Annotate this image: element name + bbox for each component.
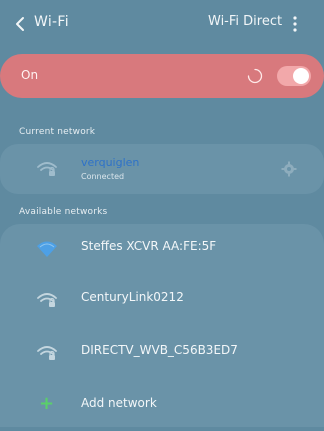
more-vertical-icon[interactable]: [289, 14, 301, 34]
network-name: Steffes XCVR AA:FE:5F: [81, 239, 217, 253]
current-network-item[interactable]: verquiglen Connected: [0, 144, 324, 194]
network-item[interactable]: DIRECTV_WVB_C56B3ED7: [0, 328, 324, 378]
network-name: CenturyLink0212: [81, 290, 184, 304]
current-network-name: verquiglen: [81, 156, 140, 169]
page-title: Wi-Fi: [34, 14, 69, 30]
available-networks-label: Available networks: [19, 207, 108, 217]
add-network-button[interactable]: + Add network: [0, 381, 324, 431]
top-bar: Wi-Fi Wi-Fi Direct: [0, 0, 324, 48]
wifi-toggle-bar[interactable]: On: [0, 54, 324, 98]
connection-status: Connected: [81, 172, 125, 181]
wifi-lock-icon: [37, 162, 57, 176]
wifi-lock-icon: [37, 346, 57, 360]
chevron-left-icon[interactable]: [12, 14, 30, 34]
wifi-lock-icon: [37, 293, 57, 307]
wifi-icon: [37, 241, 57, 257]
wifi-direct-button[interactable]: Wi-Fi Direct: [208, 14, 282, 29]
available-networks-list: Steffes XCVR AA:FE:5F CenturyLink0212 DI…: [0, 224, 324, 427]
loading-spinner-icon: [247, 68, 263, 84]
network-item[interactable]: Steffes XCVR AA:FE:5F: [0, 224, 324, 274]
toggle-knob: [293, 68, 309, 84]
add-network-label: Add network: [81, 396, 157, 410]
toggle-label: On: [21, 68, 39, 82]
network-item[interactable]: CenturyLink0212: [0, 275, 324, 325]
gear-icon[interactable]: [281, 161, 297, 177]
current-network-label: Current network: [19, 127, 96, 137]
wifi-toggle-switch[interactable]: [277, 66, 311, 86]
network-name: DIRECTV_WVB_C56B3ED7: [81, 343, 238, 357]
plus-icon: +: [39, 393, 55, 414]
